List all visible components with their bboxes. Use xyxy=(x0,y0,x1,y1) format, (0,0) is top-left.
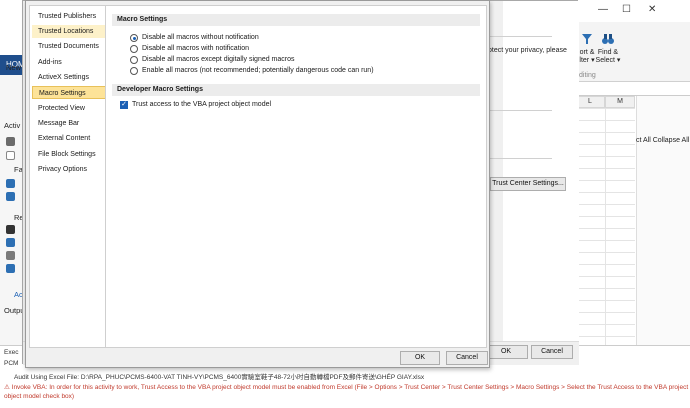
output-line: PCM xyxy=(4,360,19,367)
sort-filter-icon xyxy=(582,34,592,44)
close-icon[interactable]: ✕ xyxy=(648,4,656,15)
options-ok-button[interactable]: OK xyxy=(484,345,528,359)
activity-icon xyxy=(6,192,15,201)
output-line: Exec xyxy=(4,349,19,356)
trust-center-dialog: Trusted Publishers Trusted Locations Tru… xyxy=(25,0,490,368)
activity-icon-2 xyxy=(6,264,15,273)
search-icon[interactable] xyxy=(6,151,15,160)
option-label: Disable all macros with notification xyxy=(142,45,249,52)
options-cancel-button[interactable]: Cancel xyxy=(531,345,573,359)
trust-center-settings-button[interactable]: Trust Center Settings... xyxy=(490,177,566,191)
option-label: Disable all macros except digitally sign… xyxy=(142,56,295,63)
radio-button[interactable] xyxy=(130,45,138,53)
trust-center-cancel-button[interactable]: Cancel xyxy=(446,351,488,365)
option-label: Disable all macros without notification xyxy=(142,34,259,41)
sort-filter-button[interactable]: ort & lter ▾ xyxy=(577,32,597,65)
play-icon xyxy=(6,225,15,234)
trust-center-ok-button[interactable]: OK xyxy=(400,351,440,365)
variable-icon-2 xyxy=(6,238,15,247)
error-message: ⚠ Invoke VBA: In order for this activity… xyxy=(4,383,690,401)
radio-button[interactable] xyxy=(130,34,138,42)
developer-macro-heading: Developer Macro Settings xyxy=(112,84,480,96)
binoculars-icon xyxy=(602,34,614,44)
radio-button[interactable] xyxy=(130,67,138,75)
excel-ribbon: ort & lter ▾ Find & Select ▾ diting xyxy=(575,22,690,82)
option-label: Enable all macros (not recommended; pote… xyxy=(142,67,374,74)
macro-settings-pane: Macro Settings Disable all macros withou… xyxy=(105,5,487,348)
divider xyxy=(484,158,552,159)
excel-titlebar: — ☐ ✕ xyxy=(578,0,690,22)
divider xyxy=(484,36,552,37)
copy-icon[interactable] xyxy=(6,137,15,146)
divider xyxy=(484,110,552,111)
column-header-m[interactable]: M xyxy=(605,96,635,108)
option-label: Trust access to the VBA project object m… xyxy=(132,101,272,108)
privacy-text: otect your privacy, please xyxy=(488,47,567,54)
activities-label: Activ xyxy=(4,121,21,130)
minimize-icon[interactable]: — xyxy=(598,4,608,15)
editing-group-label: diting xyxy=(579,72,596,79)
formula-bar[interactable] xyxy=(575,82,690,96)
maximize-icon[interactable]: ☐ xyxy=(622,4,631,15)
sort-filter-label: ort & lter ▾ xyxy=(579,49,595,64)
radio-button[interactable] xyxy=(130,56,138,64)
output-line-audit: Audit Using Excel File: D:\RPA_PHUC\PCMS… xyxy=(14,374,425,381)
expand-collapse-all[interactable]: ct All Collapse All xyxy=(636,137,689,144)
gear-icon xyxy=(6,251,15,260)
find-select-button[interactable]: Find & Select ▾ xyxy=(595,32,621,65)
variable-icon xyxy=(6,179,15,188)
checkmark-icon[interactable]: ✓ xyxy=(120,101,128,109)
macro-settings-heading: Macro Settings xyxy=(112,14,480,26)
column-header-l[interactable]: L xyxy=(575,96,605,108)
new-label[interactable]: New xyxy=(6,63,21,72)
warning-icon: ⚠ xyxy=(4,384,10,391)
error-text: Invoke VBA: In order for this activity t… xyxy=(4,384,689,400)
find-select-label: Find & Select ▾ xyxy=(595,49,621,64)
